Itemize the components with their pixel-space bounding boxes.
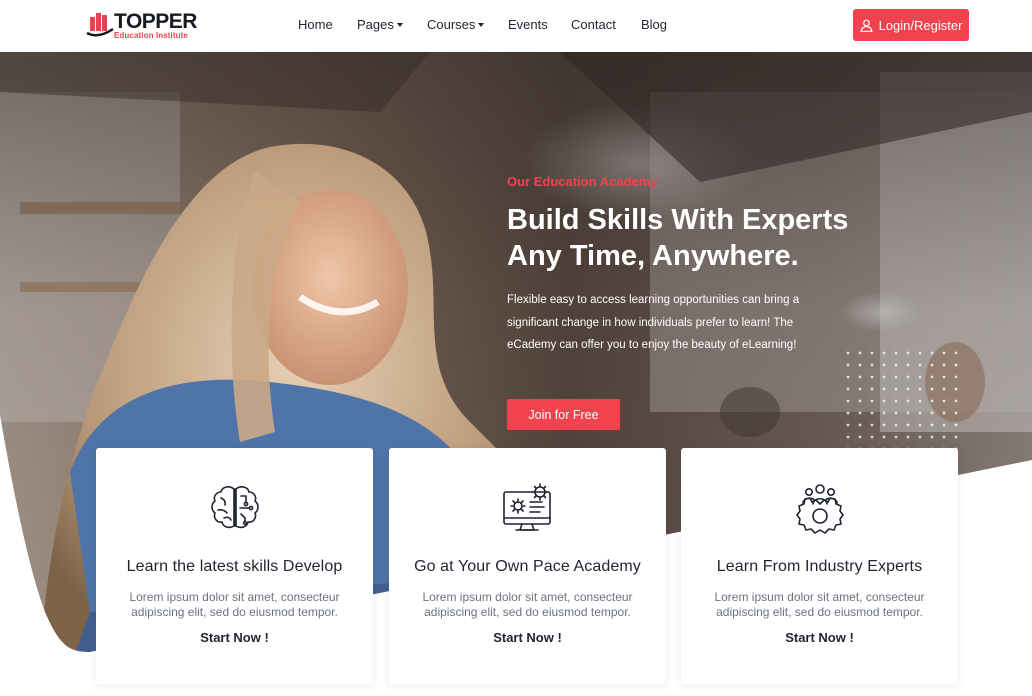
hero-headline-line1: Build Skills With Experts [507,204,849,236]
feature-card: Learn the latest skills Develop Lorem ip… [96,448,373,684]
brand-name: TOPPER [114,10,197,33]
chevron-down-icon [396,23,403,27]
start-now-link[interactable]: Start Now ! [681,630,958,645]
start-now-link[interactable]: Start Now ! [96,630,373,645]
feature-card-title: Learn From Industry Experts [716,558,923,575]
nav-item-courses-label: Courses [427,17,476,32]
login-register-button[interactable]: Login/Register [853,9,969,41]
nav-item-pages[interactable]: Pages [357,17,403,32]
start-now-link[interactable]: Start Now ! [389,630,666,645]
feature-card: Learn From Industry Experts Lorem ipsum … [681,448,958,684]
nav-item-contact[interactable]: Contact [571,17,616,32]
feature-card-title: Learn the latest skills Develop [126,558,343,575]
team-gear-icon [795,484,844,534]
hero-description: Flexible easy to access learning opportu… [507,294,800,352]
hero-section: Our Education Academy Build Skills With … [0,52,1032,696]
hero-eyebrow: Our Education Academy [507,174,658,189]
hero-headline: Build Skills With Experts Any Time, Anyw… [507,202,927,274]
nav-item-pages-label: Pages [357,17,394,32]
brain-icon [210,486,259,529]
top-navbar: TOPPER Education Institute Home Pages Co… [0,0,1032,52]
feature-card-text: Lorem ipsum dolor sit amet, consecteur a… [129,590,340,619]
feature-card: Go at Your Own Pace Academy Lorem ipsum … [389,448,666,684]
join-for-free-button[interactable]: Join for Free [507,399,620,430]
brand-logo[interactable]: TOPPER Education Institute [86,9,197,41]
hero-headline-line2: Any Time, Anywhere. [507,240,799,272]
feature-card-title: Go at Your Own Pace Academy [414,558,641,575]
user-icon [860,19,873,32]
feature-card-text: Lorem ipsum dolor sit amet, consecteur a… [422,590,633,619]
feature-card-text: Lorem ipsum dolor sit amet, consecteur a… [714,590,925,619]
nav-item-courses[interactable]: Courses [427,17,485,32]
brand-tagline: Education Institute [114,31,188,40]
login-register-label: Login/Register [878,17,963,33]
logo-books-icon [86,9,114,37]
nav-item-blog[interactable]: Blog [641,17,667,32]
nav-item-home[interactable]: Home [298,17,333,32]
nav-item-events[interactable]: Events [508,17,548,32]
chevron-down-icon [478,23,485,27]
computer-gears-icon [502,483,551,531]
